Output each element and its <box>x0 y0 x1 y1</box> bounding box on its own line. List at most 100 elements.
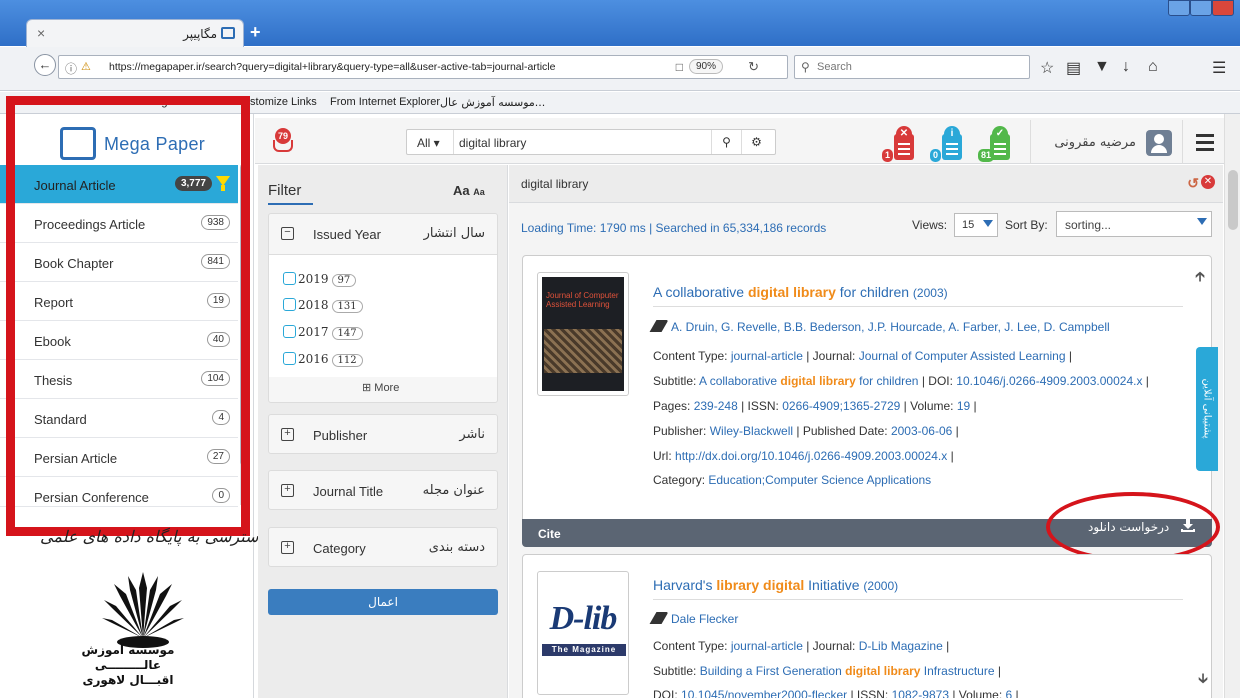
notification-bell-icon[interactable]: 79 <box>270 128 296 154</box>
views-select[interactable]: 15 <box>954 213 998 237</box>
browser-tab[interactable]: × مگاپیپر <box>26 19 244 47</box>
maximize-button[interactable] <box>1190 0 1212 16</box>
home-icon[interactable]: ⌂ <box>1148 58 1158 76</box>
journal-cover[interactable]: Journal of Computer Assisted Learning <box>537 272 629 396</box>
search-box[interactable]: All ▾ digital library ⚲ ⚙ <box>406 129 776 155</box>
reader-view-icon[interactable]: □ <box>676 60 683 74</box>
authors-text: Dale Flecker <box>671 612 739 626</box>
stat-count: 0 <box>930 149 942 162</box>
apply-filter-button[interactable]: اعمال <box>268 589 498 615</box>
failed-requests-stat[interactable]: ✕ 1 <box>882 124 922 162</box>
menu-icon[interactable]: ☰ <box>1212 58 1226 78</box>
collapse-icon: − <box>281 227 294 240</box>
sort-select[interactable]: sorting... <box>1056 211 1212 237</box>
expand-icon: + <box>281 428 294 441</box>
doi-value[interactable]: 10.1045/november2000-flecker <box>681 688 847 698</box>
hamburger-menu-icon[interactable] <box>1182 120 1226 164</box>
bookmark-item[interactable]: From Internet Explorer <box>330 96 440 108</box>
journal-value: Journal of Computer Assisted Learning <box>858 349 1066 363</box>
result-meta-line: Subtitle: A collaborative digital librar… <box>653 374 1149 388</box>
library-icon[interactable]: ▤ <box>1066 58 1081 78</box>
more-years-link[interactable]: ⊞ More <box>362 381 399 394</box>
completed-requests-stat[interactable]: ✓ 81 <box>978 124 1018 162</box>
back-arrow-icon[interactable]: ← <box>34 54 56 76</box>
filter-journal-title[interactable]: + Journal Title عنوان مجله <box>268 470 498 510</box>
chevron-down-icon <box>983 220 993 227</box>
user-menu[interactable]: مرضیه مقرونی <box>1030 120 1180 164</box>
clear-query-icon[interactable]: ✕ <box>1201 175 1215 189</box>
subtitle-highlight: digital library <box>845 664 921 678</box>
checkbox[interactable] <box>283 352 296 365</box>
year-option[interactable]: 2018 131 <box>283 298 363 313</box>
result-meta-line: DOI: 10.1045/november2000-flecker | ISSN… <box>653 688 1019 698</box>
result-card: D-lib The Magazine Harvard's library dig… <box>522 554 1212 698</box>
reload-icon[interactable]: ↻ <box>748 59 759 75</box>
meta-label: Volume: <box>910 399 954 413</box>
result-title[interactable]: A collaborative digital library for chil… <box>653 284 948 300</box>
filter-publisher[interactable]: + Publisher ناشر <box>268 414 498 454</box>
search-icon[interactable]: ⚲ <box>711 130 741 154</box>
search-input[interactable]: digital library <box>459 136 526 150</box>
result-meta-line: Subtitle: Building a First Generation di… <box>653 664 1001 678</box>
highlight-rectangle <box>6 96 250 536</box>
pages-value: 239-248 <box>693 399 738 413</box>
result-title[interactable]: Harvard's library digital Initiative (20… <box>653 577 898 593</box>
doi-value[interactable]: 10.1046/j.0266-4909.2003.00024.x <box>956 374 1142 388</box>
year-option[interactable]: 2019 97 <box>283 272 357 287</box>
tab-title: مگاپیپر <box>183 27 217 41</box>
cite-button[interactable]: Cite <box>538 527 561 541</box>
subtitle-part: Building a First Generation <box>699 664 846 678</box>
arrow-up-icon[interactable]: 🡱 <box>1195 266 1205 290</box>
checkbox[interactable] <box>283 298 296 311</box>
meta-label: Volume: <box>958 688 1003 698</box>
result-meta-line: Content Type: journal-article | Journal:… <box>653 349 1072 363</box>
views-label: Views: <box>912 218 948 232</box>
url-link[interactable]: http://dx.doi.org/10.1046/j.0266-4909.20… <box>675 449 947 463</box>
sep: | <box>802 639 813 653</box>
filter-header-issued-year[interactable]: − Issued Year سال انتشار <box>269 214 497 254</box>
bookmark-star-icon[interactable]: ☆ <box>1040 58 1054 78</box>
new-tab-button[interactable]: + <box>250 22 261 43</box>
year-option[interactable]: 2016 112 <box>283 352 363 367</box>
undo-icon[interactable]: ↺ <box>1187 175 1199 192</box>
font-size-toggle[interactable]: Aa Aa <box>453 183 485 198</box>
meta-label: DOI: <box>653 688 678 698</box>
result-meta-line: Pages: 239-248 | ISSN: 0266-4909;1365-27… <box>653 399 977 413</box>
sort-value: sorting... <box>1065 218 1112 232</box>
meta-label: DOI: <box>928 374 953 388</box>
close-tab-icon[interactable]: × <box>37 25 45 41</box>
tab-favicon-icon <box>221 27 235 39</box>
institute-name: موسسه آموزش عالـــــــــی اقبـــال لاهور… <box>40 643 216 688</box>
year-count: 147 <box>331 327 363 340</box>
highlight-ellipse <box>1046 492 1220 562</box>
year-value: 2019 <box>298 272 329 286</box>
pending-requests-stat[interactable]: i 0 <box>930 124 970 162</box>
arrow-down-icon[interactable]: 🡳 <box>1198 668 1208 692</box>
filter-title: Filter <box>268 182 302 199</box>
checkbox[interactable] <box>283 325 296 338</box>
download-icon[interactable]: ↓ <box>1122 58 1130 76</box>
result-meta-line: Category: Education;Computer Science App… <box>653 473 931 487</box>
url-bar[interactable]: ⓘ ⚠ https://megapaper.ir/search?query=di… <box>58 55 788 79</box>
result-year: (2003) <box>912 286 948 300</box>
issn-value: 1082-9873 <box>891 688 949 698</box>
filter-category[interactable]: + Category دسته بندی <box>268 527 498 567</box>
info-icon[interactable]: ⓘ <box>65 60 77 77</box>
close-window-button[interactable] <box>1212 0 1234 16</box>
meta-label: Content Type: <box>653 349 728 363</box>
gear-icon[interactable]: ⚙ <box>741 130 771 154</box>
checkbox[interactable] <box>283 272 296 285</box>
pencil-icon <box>649 320 669 332</box>
online-support-tab[interactable]: پشتیبانی آنلاین <box>1196 347 1218 471</box>
journal-cover[interactable]: D-lib The Magazine <box>537 571 629 695</box>
bookmark-item[interactable]: موسسه آموزش عال... <box>440 96 545 109</box>
info-icon: i <box>944 126 960 142</box>
minimize-button[interactable] <box>1168 0 1190 16</box>
search-icon: ⚲ <box>801 60 810 74</box>
browser-search-field[interactable]: ⚲ Search <box>794 55 1030 79</box>
zoom-level[interactable]: 90% <box>688 59 723 74</box>
page-scrollbar[interactable] <box>1224 114 1240 698</box>
pocket-icon[interactable]: ▼ <box>1094 58 1110 76</box>
year-option[interactable]: 2017 147 <box>283 325 363 340</box>
search-scope-dropdown[interactable]: All ▾ <box>417 136 440 150</box>
